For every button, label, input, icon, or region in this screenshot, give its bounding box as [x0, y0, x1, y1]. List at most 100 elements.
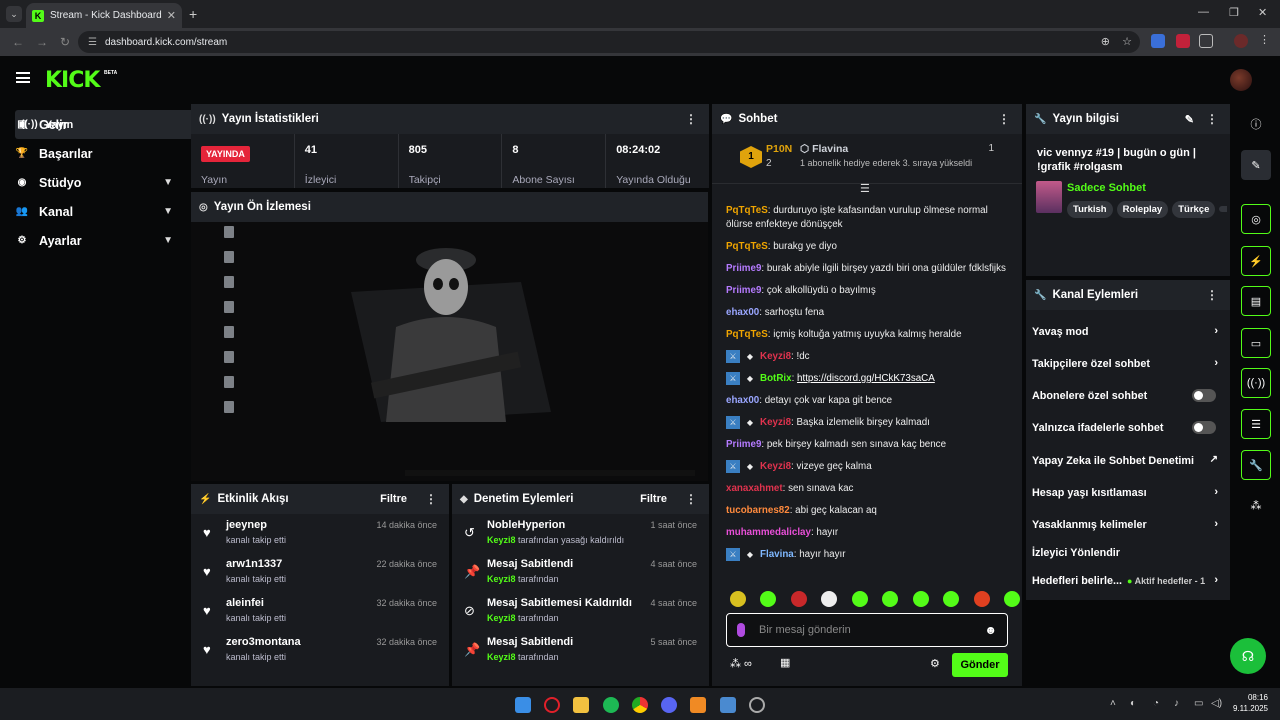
- menu-hamburger-icon[interactable]: [16, 72, 30, 83]
- minimize-icon[interactable]: —: [1198, 6, 1209, 18]
- apps-icon[interactable]: ⁂: [1241, 490, 1271, 520]
- collapse-pinned-icon[interactable]: ☰: [860, 182, 870, 195]
- extensions-puzzle-icon[interactable]: [1199, 34, 1213, 48]
- action-slow-mode[interactable]: Yavaş mod ›: [1032, 325, 1224, 338]
- sidebar-item-gelir[interactable]: ▣ Gelir: [9, 110, 179, 139]
- points-icon[interactable]: ⁂ ∞: [730, 657, 752, 670]
- chat-username[interactable]: PqTqTeS: [726, 329, 768, 340]
- tag-chip[interactable]: [1219, 206, 1227, 212]
- chat-settings-icon[interactable]: ⚙: [930, 657, 940, 670]
- chat-username[interactable]: BotRix: [760, 373, 792, 384]
- event-user[interactable]: aleinfei: [226, 597, 264, 609]
- help-support-button[interactable]: ☊: [1230, 638, 1266, 674]
- action-followers-only[interactable]: Takipçilere özel sohbet ›: [1032, 357, 1224, 370]
- chat-username[interactable]: Keyzi8: [760, 351, 791, 362]
- emoji-icon[interactable]: ☻: [984, 623, 997, 637]
- category-thumbnail[interactable]: [1036, 181, 1062, 213]
- emote-icon[interactable]: [912, 591, 929, 607]
- volume-icon[interactable]: ◁): [1211, 698, 1222, 709]
- close-tab-icon[interactable]: ✕: [167, 9, 176, 22]
- events-filter-button[interactable]: Filtre: [380, 493, 407, 505]
- emote-icon[interactable]: [973, 591, 990, 607]
- maximize-icon[interactable]: ❐: [1229, 6, 1239, 19]
- chrome-icon[interactable]: [632, 697, 648, 713]
- more-options-icon[interactable]: ⋮: [685, 112, 697, 126]
- event-user[interactable]: zero3montana: [226, 636, 301, 648]
- emote-icon[interactable]: [821, 591, 838, 607]
- emote-icon[interactable]: [882, 591, 899, 607]
- zoom-icon[interactable]: ⊕: [1101, 35, 1110, 48]
- tray-app-icon[interactable]: ◔: [1153, 698, 1159, 709]
- sidebar-item-kanal[interactable]: 👥 Kanal ▼: [9, 197, 179, 226]
- tab-search-icon[interactable]: ⌄: [6, 6, 22, 22]
- chat-link[interactable]: https://discord.gg/HCkK73saCA: [797, 373, 935, 384]
- forward-icon[interactable]: →: [36, 35, 48, 49]
- info-icon[interactable]: ⓘ: [1241, 109, 1271, 139]
- chat-username[interactable]: Priime9: [726, 285, 761, 296]
- tag-chip[interactable]: Roleplay: [1116, 201, 1169, 218]
- more-options-icon[interactable]: ⋮: [1206, 288, 1218, 302]
- action-banned-words[interactable]: Yasaklanmış kelimeler ›: [1032, 518, 1224, 531]
- windows-start-icon[interactable]: [515, 697, 531, 713]
- wrench-icon[interactable]: 🔧: [1241, 450, 1271, 480]
- chat-username[interactable]: PqTqTeS: [726, 241, 768, 252]
- reload-icon[interactable]: ↻: [60, 35, 70, 49]
- chat-username[interactable]: PqTqTeS: [726, 205, 768, 216]
- tray-chevron-icon[interactable]: ˄: [1110, 698, 1116, 709]
- more-options-icon[interactable]: ⋮: [685, 492, 697, 506]
- sidebar-item-ayarlar[interactable]: ⚙ Ayarlar ▼: [9, 226, 179, 255]
- action-account-age[interactable]: Hesap yaşı kısıtlaması ›: [1032, 486, 1224, 499]
- chat-username[interactable]: ehax00: [726, 395, 759, 406]
- profile-avatar-icon[interactable]: [1234, 34, 1248, 48]
- back-icon[interactable]: ←: [12, 35, 24, 49]
- chat-username[interactable]: ehax00: [726, 307, 759, 318]
- send-button[interactable]: Gönder: [952, 653, 1008, 677]
- sidebar-item-studyo[interactable]: ◉ Stüdyo ▼: [9, 168, 179, 197]
- more-options-icon[interactable]: ⋮: [998, 112, 1010, 126]
- tag-chip[interactable]: Türkçe: [1172, 201, 1216, 218]
- chat-username[interactable]: Keyzi8: [760, 461, 791, 472]
- category-name[interactable]: Sadece Sohbet: [1067, 182, 1146, 194]
- browser-menu-icon[interactable]: ⋮: [1259, 33, 1273, 47]
- document-icon[interactable]: ▤: [1241, 286, 1271, 316]
- chat-input[interactable]: Bir mesaj gönderin ☻: [726, 613, 1008, 647]
- lightning-icon[interactable]: ⚡: [1241, 246, 1271, 276]
- mod-user[interactable]: Keyzi8: [487, 574, 516, 584]
- event-user[interactable]: arw1n1337: [226, 558, 282, 570]
- site-info-icon[interactable]: ☰: [88, 37, 97, 48]
- extension-icon[interactable]: [1151, 34, 1165, 48]
- url-field[interactable]: ☰ dashboard.kick.com/stream ⊕ ☆: [78, 31, 1140, 53]
- system-clock[interactable]: 08:16 9.11.2025: [1233, 692, 1268, 714]
- chat-username[interactable]: Keyzi8: [760, 417, 791, 428]
- mod-user[interactable]: Keyzi8: [487, 613, 516, 623]
- action-set-goals[interactable]: Hedefleri belirle... ● Aktif hedefler - 1…: [1032, 574, 1224, 587]
- emote-icon[interactable]: [760, 591, 777, 607]
- opera-icon[interactable]: [544, 697, 560, 713]
- new-tab-icon[interactable]: +: [189, 6, 197, 22]
- edit-pencil-icon[interactable]: ✎: [1185, 113, 1194, 126]
- discord-tray-icon[interactable]: ◐: [1130, 698, 1136, 709]
- chat-bubble-icon[interactable]: ▭: [1241, 328, 1271, 358]
- kick-logo[interactable]: KICK: [45, 68, 100, 93]
- stream-preview[interactable]: [191, 222, 708, 481]
- emote-icon[interactable]: [790, 591, 807, 607]
- chat-username[interactable]: Flavina: [760, 549, 794, 560]
- chat-username[interactable]: xanaxahmet: [726, 483, 783, 494]
- chat-username[interactable]: muhammedaliclay: [726, 527, 811, 538]
- layout-icon[interactable]: ☰: [1241, 409, 1271, 439]
- more-options-icon[interactable]: ⋮: [425, 492, 437, 506]
- network-icon[interactable]: ▭: [1194, 698, 1203, 709]
- extension-icon[interactable]: [1176, 34, 1190, 48]
- chat-username[interactable]: Priime9: [726, 439, 761, 450]
- user-avatar[interactable]: [1230, 69, 1252, 91]
- app-icon[interactable]: [690, 697, 706, 713]
- spotify-icon[interactable]: [603, 697, 619, 713]
- steam-icon[interactable]: [749, 697, 765, 713]
- emote-icon[interactable]: [851, 591, 868, 607]
- event-user[interactable]: jeeynep: [226, 519, 267, 531]
- moderation-filter-button[interactable]: Filtre: [640, 493, 667, 505]
- mod-user[interactable]: Keyzi8: [487, 652, 516, 662]
- mic-icon[interactable]: [737, 623, 745, 637]
- chat-username[interactable]: tucobarnes82: [726, 505, 790, 516]
- mic-tray-icon[interactable]: ♪: [1174, 698, 1179, 709]
